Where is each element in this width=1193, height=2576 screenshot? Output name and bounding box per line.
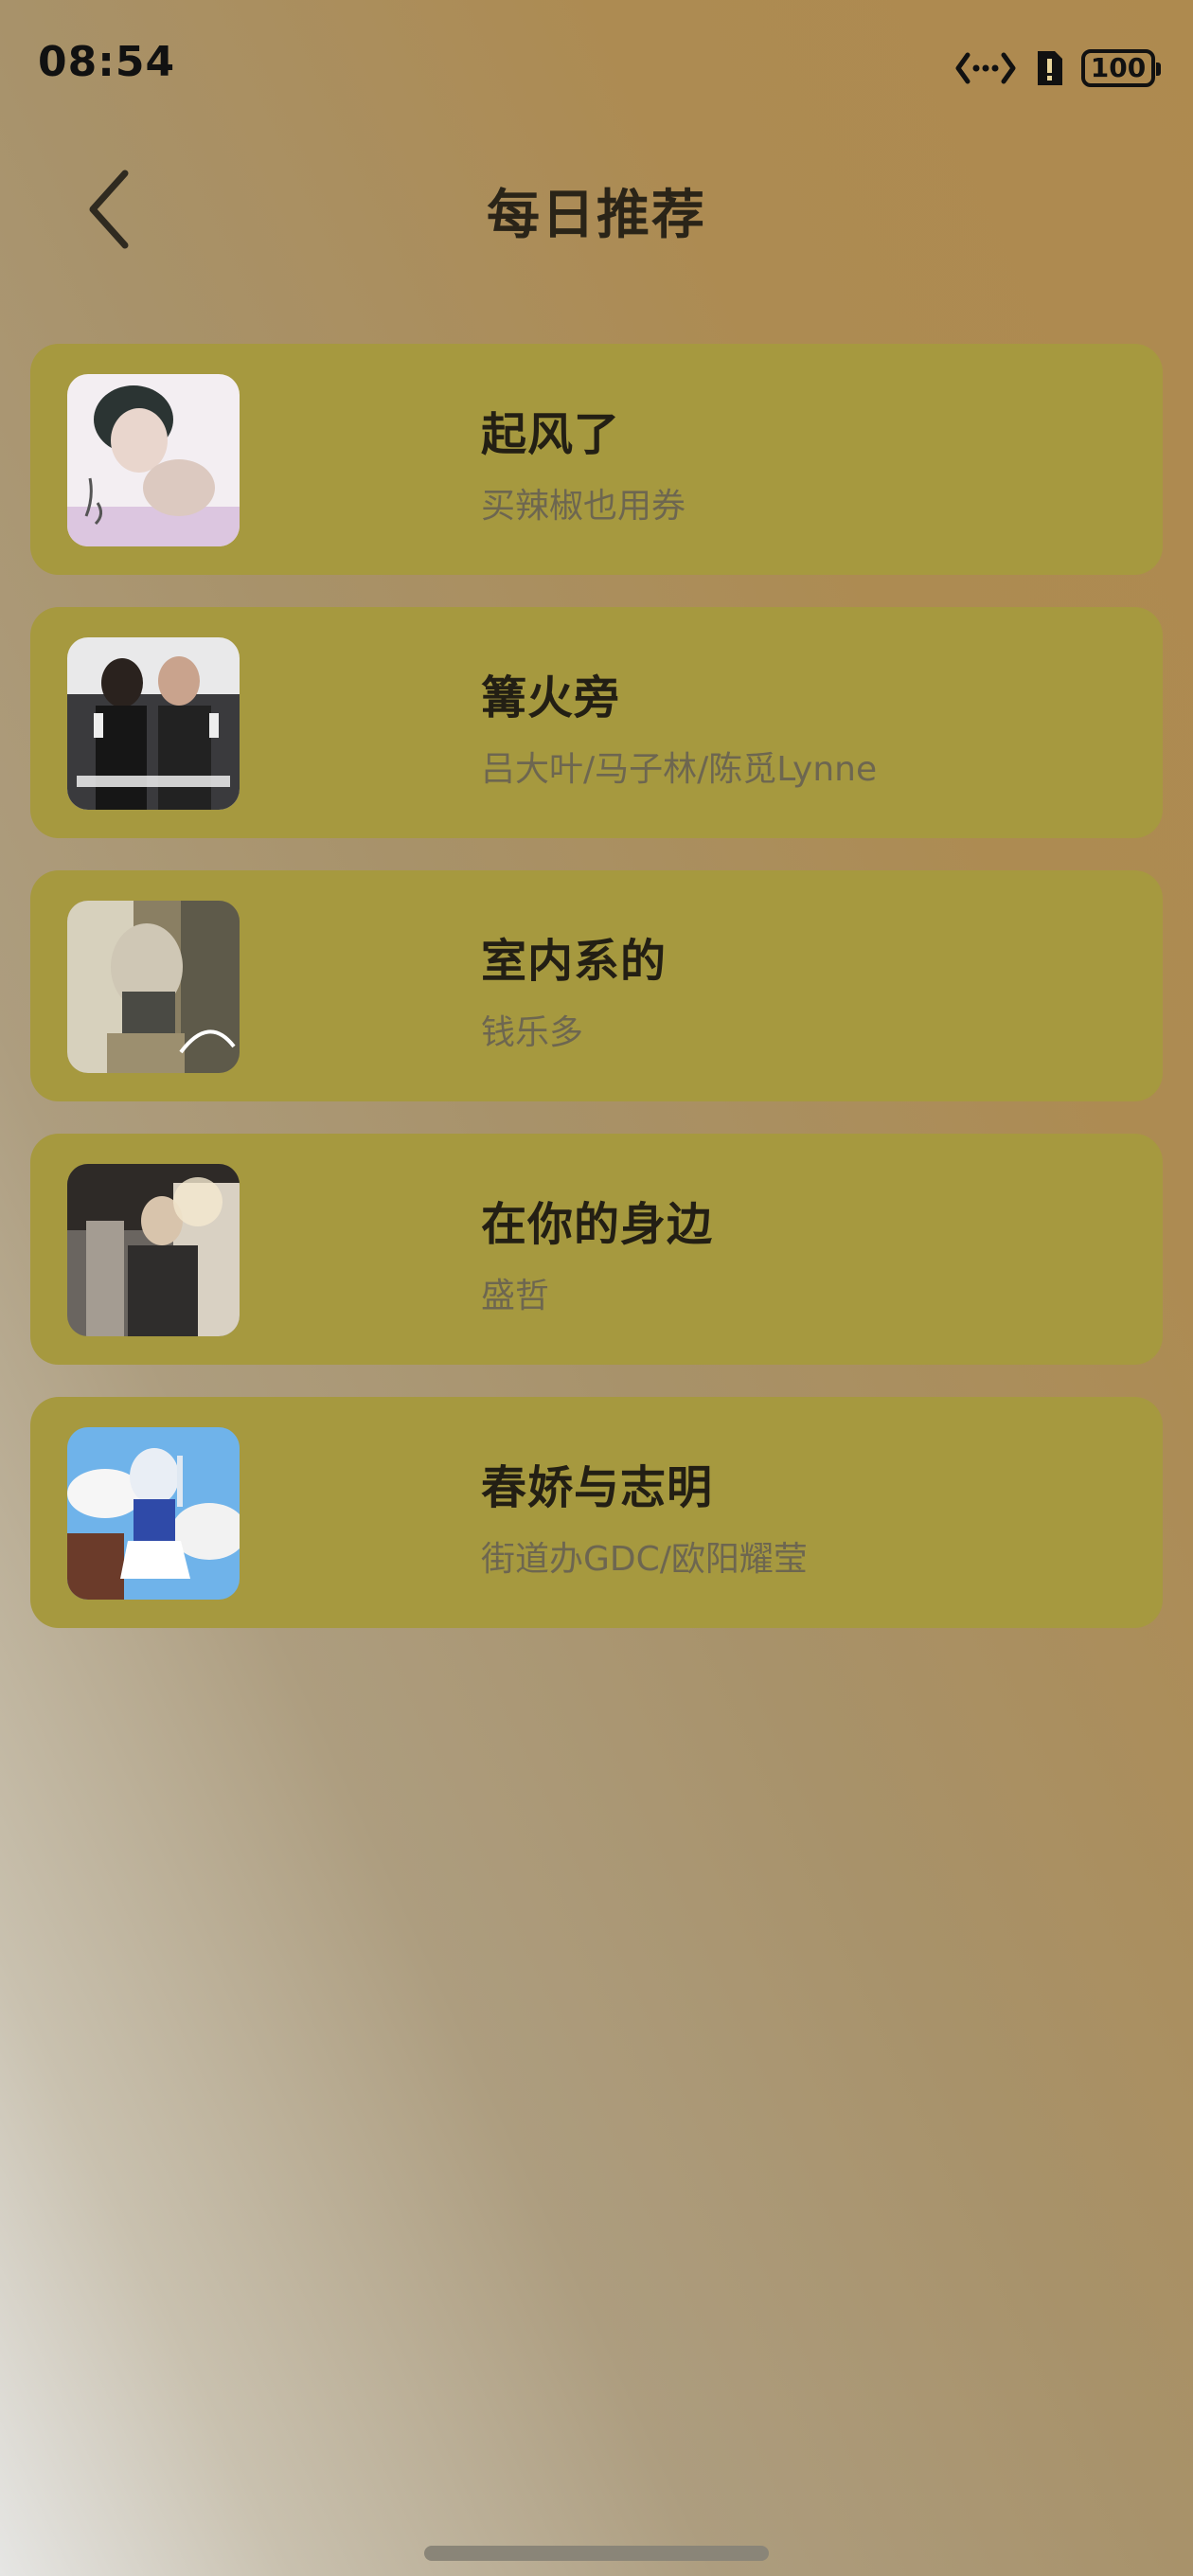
album-cover[interactable]	[67, 1164, 240, 1336]
album-cover[interactable]	[67, 901, 240, 1073]
album-cover[interactable]	[67, 637, 240, 810]
song-card[interactable]: 春娇与志明 街道办GDC/欧阳耀莹	[30, 1397, 1163, 1628]
battery-icon: 100	[1081, 49, 1161, 87]
song-title: 起风了	[481, 408, 621, 461]
song-card[interactable]: 在你的身边 盛哲	[30, 1134, 1163, 1365]
sim-alert-icon	[1034, 49, 1064, 87]
song-artist: 买辣椒也用券	[481, 487, 686, 526]
song-title: 室内系的	[481, 935, 668, 988]
status-time: 08:54	[38, 38, 176, 86]
song-card[interactable]: 篝火旁 吕大叶/马子林/陈觅Lynne	[30, 607, 1163, 838]
home-indicator[interactable]	[424, 2546, 769, 2561]
battery-level: 100	[1090, 52, 1147, 83]
page-title: 每日推荐	[487, 185, 706, 246]
song-title: 春娇与志明	[481, 1461, 714, 1514]
album-cover[interactable]	[67, 374, 240, 546]
song-title: 篝火旁	[481, 671, 621, 724]
status-bar: 08:54 100	[0, 0, 1193, 133]
song-card[interactable]: 起风了 买辣椒也用券	[30, 344, 1163, 575]
song-artist: 街道办GDC/欧阳耀莹	[481, 1540, 808, 1579]
song-list: 起风了 买辣椒也用券 篝火旁 吕大叶/马子林/陈觅Lynne 室内系的 钱乐多 …	[30, 344, 1163, 1628]
album-cover[interactable]	[67, 1427, 240, 1600]
song-card[interactable]: 室内系的 钱乐多	[30, 870, 1163, 1101]
status-icons: 100	[954, 45, 1161, 91]
song-title: 在你的身边	[481, 1198, 714, 1251]
header: 每日推荐	[0, 152, 1193, 265]
song-artist: 盛哲	[481, 1277, 550, 1315]
data-transfer-icon	[954, 49, 1017, 87]
song-artist: 钱乐多	[481, 1013, 584, 1052]
song-artist: 吕大叶/马子林/陈觅Lynne	[481, 750, 878, 789]
